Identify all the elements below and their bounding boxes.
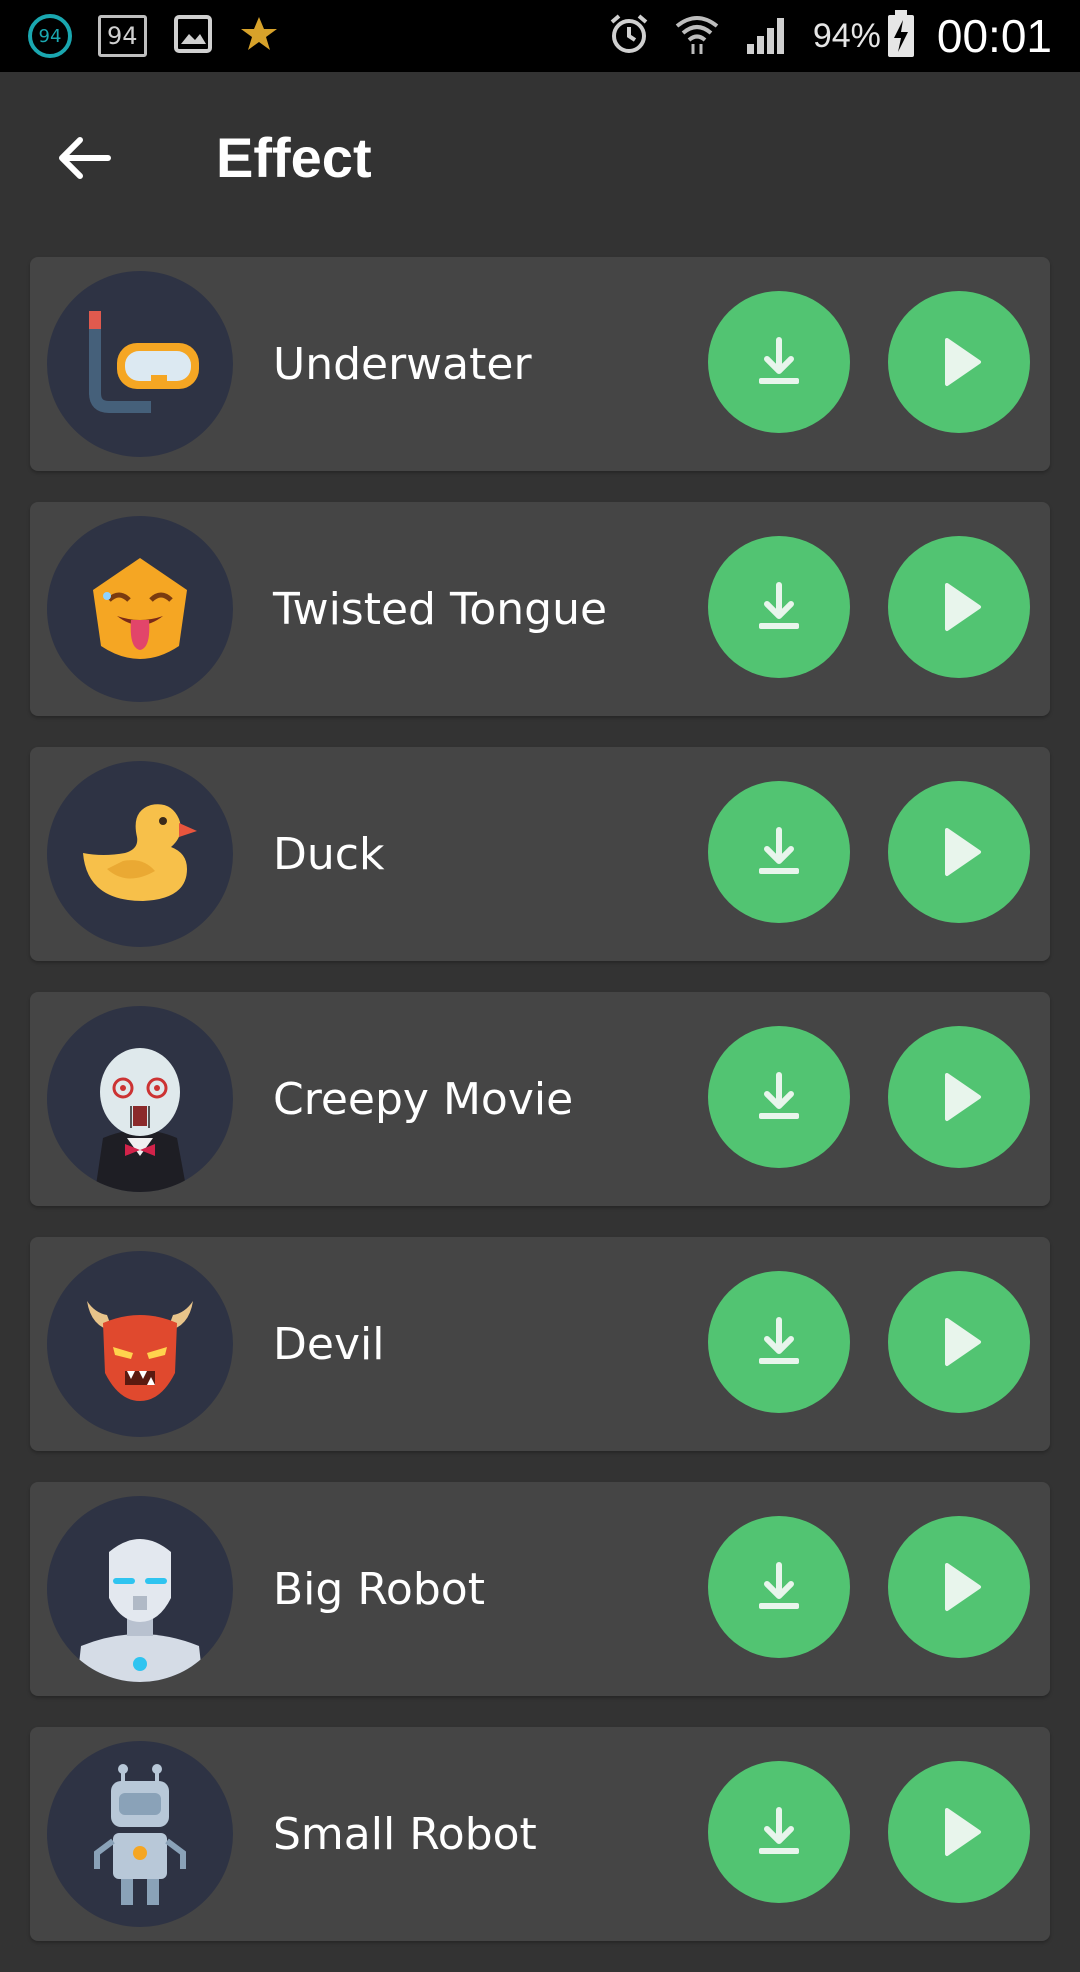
notification-badge-circle: 94 xyxy=(28,14,72,58)
play-button[interactable] xyxy=(888,1516,1030,1658)
download-icon xyxy=(759,337,799,384)
notification-badge-box: 94 xyxy=(98,15,147,57)
play-icon xyxy=(945,583,981,631)
download-icon xyxy=(759,1072,799,1119)
effect-label: Underwater xyxy=(273,338,532,390)
download-button[interactable] xyxy=(708,1516,850,1658)
tongue-face-icon xyxy=(47,516,233,702)
effect-list: Underwater Twisted Tongue Duck Creepy Mo… xyxy=(30,257,1050,1972)
play-icon xyxy=(945,828,981,876)
play-button[interactable] xyxy=(888,781,1030,923)
play-button[interactable] xyxy=(888,291,1030,433)
play-icon xyxy=(945,1808,981,1856)
effect-label: Small Robot xyxy=(273,1808,537,1860)
download-icon xyxy=(759,582,799,629)
arrow-left-icon xyxy=(59,137,111,179)
star-icon xyxy=(239,14,279,58)
alarm-icon xyxy=(607,12,651,60)
status-bar: 94 94 94% 00:01 xyxy=(0,0,1080,72)
app-bar: Effect xyxy=(0,72,1080,242)
wifi-icon xyxy=(673,12,721,60)
play-icon xyxy=(945,1073,981,1121)
clock: 00:01 xyxy=(936,10,1052,62)
big-robot-icon xyxy=(47,1496,233,1682)
effect-label: Devil xyxy=(273,1318,385,1370)
play-button[interactable] xyxy=(888,1761,1030,1903)
effect-label: Duck xyxy=(273,828,385,880)
download-button[interactable] xyxy=(708,1026,850,1168)
download-button[interactable] xyxy=(708,291,850,433)
download-icon xyxy=(759,1562,799,1609)
creepy-puppet-icon xyxy=(47,1006,233,1192)
play-icon xyxy=(945,1563,981,1611)
effect-card-underwater[interactable]: Underwater xyxy=(30,257,1050,471)
effect-card-devil[interactable]: Devil xyxy=(30,1237,1050,1451)
battery-percent: 94% xyxy=(812,16,881,55)
play-button[interactable] xyxy=(888,536,1030,678)
duck-icon xyxy=(47,761,233,947)
effect-label: Big Robot xyxy=(273,1563,485,1615)
effect-label: Creepy Movie xyxy=(273,1073,574,1125)
play-button[interactable] xyxy=(888,1271,1030,1413)
page-title: Effect xyxy=(216,126,372,189)
battery-charging-icon xyxy=(887,10,915,62)
effect-label: Twisted Tongue xyxy=(273,583,608,635)
image-icon xyxy=(173,14,213,58)
effect-card-duck[interactable]: Duck xyxy=(30,747,1050,961)
effect-card-creepy-movie[interactable]: Creepy Movie xyxy=(30,992,1050,1206)
play-button[interactable] xyxy=(888,1026,1030,1168)
download-button[interactable] xyxy=(708,1761,850,1903)
effect-card-big-robot[interactable]: Big Robot xyxy=(30,1482,1050,1696)
download-button[interactable] xyxy=(708,1271,850,1413)
download-button[interactable] xyxy=(708,536,850,678)
snorkel-mask-icon xyxy=(47,271,233,457)
devil-icon xyxy=(47,1251,233,1437)
download-icon xyxy=(759,1317,799,1364)
download-icon xyxy=(759,827,799,874)
download-button[interactable] xyxy=(708,781,850,923)
signal-icon xyxy=(743,12,791,60)
play-icon xyxy=(945,338,981,386)
small-robot-icon xyxy=(47,1741,233,1927)
back-button[interactable] xyxy=(52,126,116,190)
play-icon xyxy=(945,1318,981,1366)
effect-card-twisted-tongue[interactable]: Twisted Tongue xyxy=(30,502,1050,716)
download-icon xyxy=(759,1807,799,1854)
effect-card-small-robot[interactable]: Small Robot xyxy=(30,1727,1050,1941)
